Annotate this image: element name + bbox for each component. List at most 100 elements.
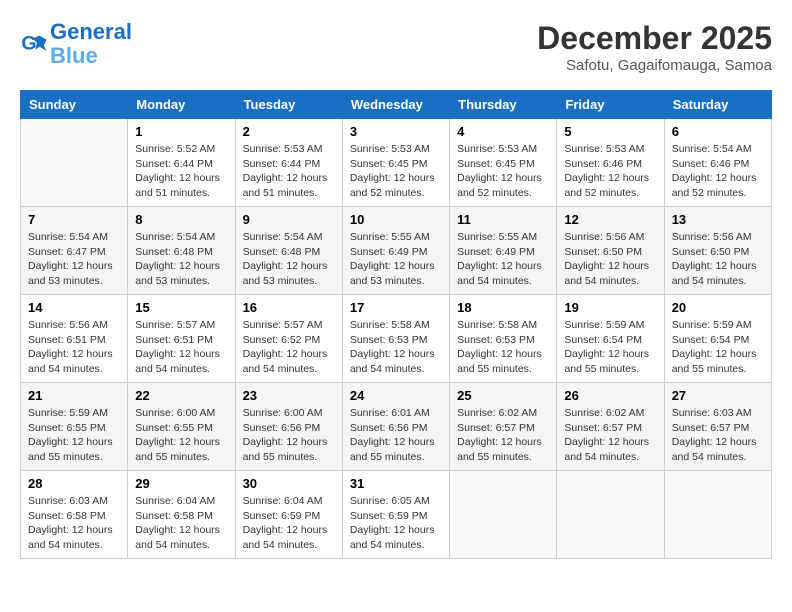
calendar-cell: 4Sunrise: 5:53 AMSunset: 6:45 PMDaylight…: [450, 119, 557, 207]
weekday-header-monday: Monday: [128, 91, 235, 119]
calendar-cell: 16 Sunrise: 5:57 AMSunset: 6:52 PMDayligh…: [235, 295, 342, 383]
day-info: Sunrise: 5:56 AMSunset: 6:51 PMDaylight:…: [28, 318, 120, 377]
day-info: Sunrise: 5:54 AMSunset: 6:46 PMDaylight:…: [672, 142, 764, 201]
day-number: 3: [350, 124, 442, 139]
calendar-cell: 14 Sunrise: 5:56 AMSunset: 6:51 PMDayligh…: [21, 295, 128, 383]
day-number: 6: [672, 124, 764, 139]
calendar-cell: 26 Sunrise: 6:02 AMSunset: 6:57 PMDayligh…: [557, 383, 664, 471]
day-info: Sunrise: 5:56 AMSunset: 6:50 PMDaylight:…: [564, 230, 656, 289]
calendar-cell: 21Sunrise: 5:59 AMSunset: 6:55 PMDayligh…: [21, 383, 128, 471]
day-number: 15: [135, 300, 227, 315]
calendar-cell: 19Sunrise: 5:59 AMSunset: 6:54 PMDayligh…: [557, 295, 664, 383]
day-info: Sunrise: 6:03 AMSunset: 6:57 PMDaylight:…: [672, 406, 764, 465]
logo-icon: G: [20, 30, 48, 58]
day-number: 13: [672, 212, 764, 227]
day-number: 17: [350, 300, 442, 315]
day-number: 24: [350, 388, 442, 403]
svg-text:G: G: [21, 33, 36, 55]
day-info: Sunrise: 6:03 AMSunset: 6:58 PMDaylight:…: [28, 494, 120, 553]
day-info: Sunrise: 6:00 AMSunset: 6:55 PMDaylight:…: [135, 406, 227, 465]
day-info: Sunrise: 5:54 AMSunset: 6:48 PMDaylight:…: [243, 230, 335, 289]
weekday-header-row: SundayMondayTuesdayWednesdayThursdayFrid…: [21, 91, 772, 119]
calendar-cell: 18 Sunrise: 5:58 AMSunset: 6:53 PMDayligh…: [450, 295, 557, 383]
calendar-cell: 6 Sunrise: 5:54 AMSunset: 6:46 PMDaylight…: [664, 119, 771, 207]
day-info: Sunrise: 5:53 AMSunset: 6:44 PMDaylight:…: [243, 142, 335, 201]
day-info: Sunrise: 6:04 AMSunset: 6:59 PMDaylight:…: [243, 494, 335, 553]
calendar-cell: 20 Sunrise: 5:59 AMSunset: 6:54 PMDayligh…: [664, 295, 771, 383]
day-number: 11: [457, 212, 549, 227]
day-number: 23: [243, 388, 335, 403]
calendar-cell: 7 Sunrise: 5:54 AMSunset: 6:47 PMDaylight…: [21, 207, 128, 295]
calendar-table: SundayMondayTuesdayWednesdayThursdayFrid…: [20, 90, 772, 559]
day-info: Sunrise: 5:55 AMSunset: 6:49 PMDaylight:…: [457, 230, 549, 289]
calendar-cell: 25 Sunrise: 6:02 AMSunset: 6:57 PMDayligh…: [450, 383, 557, 471]
title-block: December 2025 Safotu, Gagaifomauga, Samo…: [537, 20, 772, 74]
calendar-cell: [21, 119, 128, 207]
day-info: Sunrise: 5:53 AMSunset: 6:45 PMDaylight:…: [350, 142, 442, 201]
calendar-week-4: 21Sunrise: 5:59 AMSunset: 6:55 PMDayligh…: [21, 383, 772, 471]
calendar-cell: [450, 471, 557, 559]
day-info: Sunrise: 6:04 AMSunset: 6:58 PMDaylight:…: [135, 494, 227, 553]
calendar-cell: [664, 471, 771, 559]
calendar-week-3: 14 Sunrise: 5:56 AMSunset: 6:51 PMDayligh…: [21, 295, 772, 383]
calendar-week-2: 7 Sunrise: 5:54 AMSunset: 6:47 PMDaylight…: [21, 207, 772, 295]
day-info: Sunrise: 5:59 AMSunset: 6:54 PMDaylight:…: [672, 318, 764, 377]
day-number: 22: [135, 388, 227, 403]
day-info: Sunrise: 6:02 AMSunset: 6:57 PMDaylight:…: [564, 406, 656, 465]
day-info: Sunrise: 5:58 AMSunset: 6:53 PMDaylight:…: [457, 318, 549, 377]
location: Safotu, Gagaifomauga, Samoa: [537, 57, 772, 74]
logo: G GeneralBlue: [20, 20, 132, 68]
day-number: 12: [564, 212, 656, 227]
day-number: 5: [564, 124, 656, 139]
calendar-cell: 30 Sunrise: 6:04 AMSunset: 6:59 PMDayligh…: [235, 471, 342, 559]
day-number: 8: [135, 212, 227, 227]
calendar-cell: 29 Sunrise: 6:04 AMSunset: 6:58 PMDayligh…: [128, 471, 235, 559]
day-info: Sunrise: 5:57 AMSunset: 6:52 PMDaylight:…: [243, 318, 335, 377]
day-info: Sunrise: 5:55 AMSunset: 6:49 PMDaylight:…: [350, 230, 442, 289]
day-number: 20: [672, 300, 764, 315]
calendar-cell: 27 Sunrise: 6:03 AMSunset: 6:57 PMDayligh…: [664, 383, 771, 471]
day-number: 10: [350, 212, 442, 227]
calendar-cell: 17Sunrise: 5:58 AMSunset: 6:53 PMDayligh…: [342, 295, 449, 383]
day-info: Sunrise: 6:00 AMSunset: 6:56 PMDaylight:…: [243, 406, 335, 465]
day-number: 25: [457, 388, 549, 403]
weekday-header-wednesday: Wednesday: [342, 91, 449, 119]
day-info: Sunrise: 5:53 AMSunset: 6:45 PMDaylight:…: [457, 142, 549, 201]
calendar-cell: 3 Sunrise: 5:53 AMSunset: 6:45 PMDaylight…: [342, 119, 449, 207]
calendar-cell: 22 Sunrise: 6:00 AMSunset: 6:55 PMDayligh…: [128, 383, 235, 471]
calendar-cell: 31Sunrise: 6:05 AMSunset: 6:59 PMDayligh…: [342, 471, 449, 559]
calendar-week-5: 28 Sunrise: 6:03 AMSunset: 6:58 PMDayligh…: [21, 471, 772, 559]
day-number: 19: [564, 300, 656, 315]
day-number: 28: [28, 476, 120, 491]
calendar-body: 1Sunrise: 5:52 AMSunset: 6:44 PMDaylight…: [21, 119, 772, 559]
calendar-cell: 12 Sunrise: 5:56 AMSunset: 6:50 PMDayligh…: [557, 207, 664, 295]
day-info: Sunrise: 5:52 AMSunset: 6:44 PMDaylight:…: [135, 142, 227, 201]
page-header: G GeneralBlue December 2025 Safotu, Gaga…: [20, 20, 772, 74]
weekday-header-thursday: Thursday: [450, 91, 557, 119]
calendar-cell: 11 Sunrise: 5:55 AMSunset: 6:49 PMDayligh…: [450, 207, 557, 295]
day-info: Sunrise: 6:01 AMSunset: 6:56 PMDaylight:…: [350, 406, 442, 465]
day-number: 21: [28, 388, 120, 403]
calendar-cell: 8Sunrise: 5:54 AMSunset: 6:48 PMDaylight…: [128, 207, 235, 295]
calendar-cell: 28 Sunrise: 6:03 AMSunset: 6:58 PMDayligh…: [21, 471, 128, 559]
month-title: December 2025: [537, 20, 772, 57]
day-number: 16: [243, 300, 335, 315]
logo-text: GeneralBlue: [50, 20, 132, 68]
day-info: Sunrise: 5:56 AMSunset: 6:50 PMDaylight:…: [672, 230, 764, 289]
day-number: 7: [28, 212, 120, 227]
calendar-cell: 10 Sunrise: 5:55 AMSunset: 6:49 PMDayligh…: [342, 207, 449, 295]
day-number: 30: [243, 476, 335, 491]
day-info: Sunrise: 6:05 AMSunset: 6:59 PMDaylight:…: [350, 494, 442, 553]
day-number: 27: [672, 388, 764, 403]
day-info: Sunrise: 6:02 AMSunset: 6:57 PMDaylight:…: [457, 406, 549, 465]
day-number: 14: [28, 300, 120, 315]
weekday-header-tuesday: Tuesday: [235, 91, 342, 119]
day-info: Sunrise: 5:53 AMSunset: 6:46 PMDaylight:…: [564, 142, 656, 201]
day-number: 18: [457, 300, 549, 315]
day-info: Sunrise: 5:54 AMSunset: 6:47 PMDaylight:…: [28, 230, 120, 289]
weekday-header-sunday: Sunday: [21, 91, 128, 119]
calendar-cell: 13 Sunrise: 5:56 AMSunset: 6:50 PMDayligh…: [664, 207, 771, 295]
day-number: 9: [243, 212, 335, 227]
day-number: 26: [564, 388, 656, 403]
day-number: 29: [135, 476, 227, 491]
